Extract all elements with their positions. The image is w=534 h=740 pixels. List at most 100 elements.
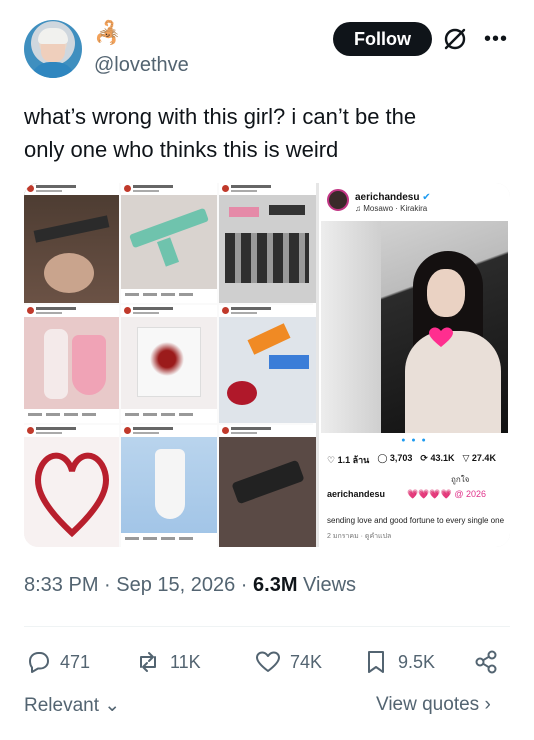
- collage-image-pink-dress: [24, 305, 119, 423]
- ig-username: aerichandesu ✔: [355, 192, 431, 203]
- ig-likes: ♡ 1.1 ล้าน: [327, 455, 370, 465]
- collage-cell-footer: [121, 409, 217, 423]
- view-quotes-link[interactable]: View quotes ›: [376, 694, 491, 716]
- collage-cell-header: [121, 305, 217, 317]
- display-name-emoji[interactable]: 🦂: [94, 20, 121, 46]
- like-button[interactable]: 74K: [254, 642, 322, 682]
- sort-relevant-dropdown[interactable]: Relevant ⌄: [24, 694, 120, 717]
- collage-figure-shape: [44, 253, 94, 293]
- collage-heart-hands: [35, 452, 109, 538]
- reply-count: 471: [60, 651, 91, 672]
- chevron-down-icon: ⌄: [99, 695, 121, 716]
- ig-music-label: ♫ Mosawo · Kirakira: [355, 204, 428, 213]
- bookmark-icon: [368, 651, 384, 673]
- collage-cell-header: [219, 425, 316, 437]
- tweet-text-line-2: only one who thinks this is weird: [24, 137, 339, 162]
- share-button[interactable]: [472, 642, 500, 682]
- collage-black-gun: [269, 205, 305, 215]
- collage-image-heart-nails: [24, 425, 119, 547]
- bookmark-count: 9.5K: [398, 651, 436, 672]
- ig-likes-count: 1.1 ล้าน: [337, 455, 370, 465]
- collage-cell-header: [219, 183, 316, 195]
- collage-dress-shape: [44, 329, 68, 399]
- collage-tattoo-shape: [231, 459, 305, 505]
- tweet-media[interactable]: aerichandesu ✔ ♫ Mosawo · Kirakira ● ● ●…: [24, 183, 510, 547]
- collage-cell-header: [24, 425, 119, 437]
- tweet-actions: 471 11K 74K 9.5K: [24, 642, 510, 682]
- carousel-dots: ● ● ●: [401, 437, 428, 444]
- ig-comments: ◯ 3,703: [377, 453, 413, 463]
- collage-image-mint-rifle: [121, 183, 217, 303]
- like-count: 74K: [290, 651, 323, 672]
- collage-image-gun-wall: [219, 183, 316, 303]
- views-count: 6.3M: [253, 574, 298, 596]
- ig-curtain: [321, 221, 381, 433]
- ig-caption-extra: 💗💗💗💗 @ 2026: [407, 489, 486, 499]
- ig-caption-user: aerichandesu: [327, 489, 386, 499]
- collage-image-gun-tattoo: [219, 425, 316, 547]
- ig-liked-label: ถูกใจ: [451, 475, 470, 484]
- collage-image-white-dress: [121, 425, 217, 547]
- divider: [24, 626, 510, 627]
- ig-shares-count: 27.4K: [471, 453, 496, 463]
- tweet-text-line-1: what’s wrong with this girl? i can’t be …: [24, 104, 417, 129]
- retweet-button[interactable]: 11K: [134, 642, 201, 682]
- collage-red-object: [227, 381, 257, 405]
- media-collage-left[interactable]: [24, 183, 316, 547]
- collage-cell-header: [121, 183, 217, 195]
- collage-gun-rack: [225, 233, 309, 283]
- retweet-icon: [140, 652, 156, 672]
- collage-cell-header: [219, 305, 316, 317]
- avatar[interactable]: [24, 20, 82, 78]
- time-date[interactable]: 8:33 PM · Sep 15, 2026 ·: [24, 574, 253, 596]
- views-label: Views: [297, 574, 357, 596]
- tweet-text: what’s wrong with this girl? i can’t be …: [24, 100, 514, 166]
- tweet-timestamp: 8:33 PM · Sep 15, 2026 · 6.3M Views: [24, 574, 356, 597]
- avatar-shirt: [30, 62, 76, 78]
- ig-reposts-count: 43.1K: [430, 453, 455, 463]
- reply-icon: [29, 652, 49, 673]
- grok-icon[interactable]: [442, 26, 468, 52]
- ig-photo: [321, 221, 508, 433]
- heart-icon: [256, 651, 280, 672]
- follow-button[interactable]: Follow: [333, 22, 432, 56]
- verified-icon: ✔: [422, 192, 431, 203]
- collage-rifle-grip: [156, 237, 180, 267]
- collage-cell-footer: [121, 289, 217, 303]
- tweet-header: 🦂 @lovethve Follow •••: [24, 16, 516, 82]
- ig-avatar: [327, 189, 349, 211]
- collage-white-dress-shape: [155, 449, 185, 519]
- collage-image-toy-guns: [219, 305, 316, 423]
- avatar-hair: [38, 28, 68, 44]
- ig-username-text: aerichandesu: [355, 192, 420, 203]
- user-handle[interactable]: @lovethve: [94, 54, 189, 77]
- collage-cell-header: [121, 425, 217, 437]
- collage-blue-toy: [269, 355, 309, 369]
- ig-reposts: ⟳ 43.1K: [420, 453, 455, 463]
- collage-red-stain: [147, 339, 187, 379]
- more-icon[interactable]: •••: [484, 28, 508, 51]
- chevron-right-icon: ›: [479, 694, 491, 715]
- embedded-instagram-post[interactable]: aerichandesu ✔ ♫ Mosawo · Kirakira ● ● ●…: [319, 183, 510, 547]
- retweet-count: 11K: [170, 651, 201, 672]
- collage-orange-toy: [247, 323, 291, 355]
- ig-caption: sending love and good fortune to every s…: [327, 516, 505, 525]
- collage-cell-header: [24, 183, 119, 195]
- collage-cell-footer: [121, 533, 217, 547]
- collage-rifle-shape: [33, 215, 110, 243]
- ig-post-header: aerichandesu ✔ ♫ Mosawo · Kirakira: [319, 183, 510, 219]
- collage-cell-header: [24, 305, 119, 317]
- bookmark-button[interactable]: 9.5K: [362, 642, 435, 682]
- collage-cell-footer: [24, 409, 119, 423]
- collage-image-guns-room: [24, 183, 119, 303]
- ig-face: [427, 269, 465, 317]
- sort-relevant-label: Relevant: [24, 695, 99, 716]
- ig-meta: 2 มกราคม · ดูคำแปล: [327, 533, 392, 540]
- reply-button[interactable]: 471: [24, 642, 90, 682]
- collage-pink-gun: [229, 207, 259, 217]
- ig-comments-count: 3,703: [389, 453, 413, 463]
- heart-gun-icon: [429, 327, 453, 347]
- ig-shares: ▽ 27.4K: [462, 453, 496, 463]
- view-quotes-label: View quotes: [376, 694, 480, 715]
- collage-image-bloody-shirt: [121, 305, 217, 423]
